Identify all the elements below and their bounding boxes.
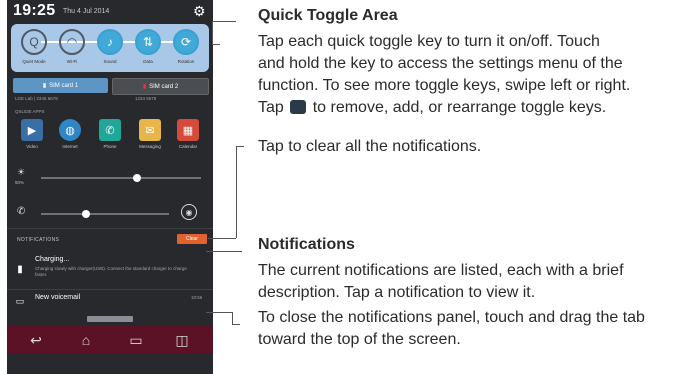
app-label: Video	[26, 144, 38, 149]
close-panel-description: To close the notifications panel, touch …	[258, 307, 645, 351]
toggle-label: Rotation	[177, 59, 195, 64]
rotation-icon: ⟳	[180, 35, 192, 49]
notifications-heading: Notifications	[258, 236, 355, 253]
quick-toggle-heading: Quick Toggle Area	[258, 7, 398, 24]
qslide-apps-header: QSLIDE APPS	[15, 109, 45, 114]
video-icon: ▶	[27, 124, 37, 137]
battery-icon: ▮	[17, 263, 23, 275]
settings-dial-icon: ◉	[185, 207, 193, 217]
status-date: Thu 4 Jul 2014	[63, 8, 110, 15]
text-line: Tap each quick toggle key to turn it on/…	[258, 33, 600, 50]
quiet-mode-toggle[interactable]: Q	[21, 29, 47, 55]
edit-toggles-icon	[290, 100, 307, 114]
callout-line	[212, 44, 220, 45]
divider	[7, 228, 213, 229]
phone-icon: ✆	[105, 124, 115, 137]
brightness-slider-thumb[interactable]	[133, 174, 141, 182]
app-label: Calendar	[178, 144, 198, 149]
notification-panel-drag-tab[interactable]	[87, 316, 133, 322]
text-line: description. Tap a notification to view …	[258, 284, 536, 301]
text-line: The current notifications are listed, ea…	[258, 262, 624, 279]
toggle-label: Sound	[103, 59, 117, 64]
quiet-mode-icon: Q	[29, 35, 39, 49]
text-line: Tap to remove, add, or rearrange toggle …	[258, 97, 630, 119]
sim-card-label: SIM card 1	[49, 82, 79, 89]
clear-notifications-button[interactable]: Clear	[177, 234, 207, 244]
clear-description: Tap to clear all the notifications.	[258, 138, 482, 155]
notification-text: Charging slowly with charger(USB). Conne…	[35, 266, 187, 277]
gear-icon[interactable]: ⚙	[193, 3, 206, 20]
app-label: Internet	[62, 144, 78, 149]
sim-card-icon: ▮	[42, 83, 47, 89]
status-time: 19:25	[13, 2, 56, 19]
callout-line	[206, 312, 232, 313]
callout-line	[236, 146, 244, 147]
home-icon[interactable]: ⌂	[71, 331, 101, 349]
brightness-slider[interactable]	[41, 177, 201, 179]
messaging-app[interactable]: ✉	[139, 119, 161, 141]
notification-item[interactable]: ▮ Charging... Charging slowly with charg…	[7, 254, 213, 286]
notification-title: Charging...	[35, 256, 70, 263]
quick-toggle-area: Q ◠ ♪ ⇅ ⟳ Quiet Mode Wi-Fi Sound Data Ro…	[11, 24, 209, 72]
volume-slider[interactable]	[41, 213, 169, 215]
internet-app[interactable]: ◍	[59, 119, 81, 141]
text-fragment: Tap	[258, 99, 284, 116]
divider	[7, 289, 213, 290]
toggle-label: Quiet Mode	[22, 59, 46, 64]
wifi-icon: ◠	[66, 35, 78, 49]
rotation-toggle[interactable]: ⟳	[173, 29, 199, 55]
toggle-label: Wi-Fi	[66, 59, 78, 64]
text-line: To close the notifications panel, touch …	[258, 309, 645, 326]
ringtone-volume-icon: ✆	[17, 206, 26, 217]
back-icon[interactable]: ↩	[21, 331, 51, 349]
sim-card-label: SIM card 2	[149, 83, 179, 90]
volume-settings-button[interactable]: ◉	[181, 204, 197, 220]
data-toggle[interactable]: ⇅	[135, 29, 161, 55]
sim-card-1-button[interactable]: ▮ SIM card 1	[13, 78, 108, 93]
callout-line	[208, 238, 236, 239]
text-line: function. To see more toggle keys, swipe…	[258, 77, 631, 94]
volume-slider-thumb[interactable]	[81, 210, 90, 218]
recent-apps-icon[interactable]: ▭	[121, 331, 151, 349]
voicemail-icon: ▭	[15, 295, 25, 306]
text-line: and hold the key to access the settings …	[258, 55, 623, 72]
calendar-icon: ▦	[182, 124, 194, 137]
status-bar: 19:25 Thu 4 Jul 2014 ⚙	[7, 0, 213, 22]
sound-icon: ♪	[107, 35, 113, 49]
notification-time: 10:56	[191, 295, 203, 300]
sim-card-icon: ▮	[142, 84, 147, 90]
sound-toggle[interactable]: ♪	[97, 29, 123, 55]
calendar-app[interactable]: ▦	[177, 119, 199, 141]
app-label: Messaging	[139, 144, 161, 149]
notifications-header: NOTIFICATIONS	[17, 237, 60, 243]
brightness-value: 50%	[15, 180, 25, 185]
app-label: Phone	[103, 144, 117, 149]
video-app[interactable]: ▶	[21, 119, 43, 141]
phone-screen: 19:25 Thu 4 Jul 2014 ⚙ Q ◠ ♪ ⇅ ⟳ Quiet M…	[7, 0, 213, 374]
notification-title: New voicemail	[35, 294, 81, 301]
text-fragment: to remove, add, or rearrange toggle keys…	[312, 99, 607, 116]
wifi-toggle[interactable]: ◠	[59, 29, 85, 55]
brightness-icon: ☀	[17, 167, 26, 177]
sim-card-1-info: LGE Lab | 2345 6678	[15, 96, 58, 101]
globe-icon: ◍	[65, 124, 75, 137]
callout-line	[232, 324, 240, 325]
sim-card-2-button[interactable]: ▮ SIM card 2	[112, 78, 209, 95]
callout-line	[232, 312, 233, 324]
notifications-description: The current notifications are listed, ea…	[258, 260, 624, 304]
sim-card-2-info: 1234 5678	[135, 96, 157, 101]
callout-line	[236, 146, 237, 238]
message-icon: ✉	[145, 124, 155, 137]
data-icon: ⇅	[142, 35, 154, 49]
callout-line	[206, 251, 242, 252]
callout-bracket	[212, 21, 213, 45]
dual-window-icon[interactable]: ◫	[167, 331, 197, 349]
quick-toggle-description: Tap each quick toggle key to turn it on/…	[258, 31, 630, 119]
text-line: toward the top of the screen.	[258, 331, 461, 348]
callout-line	[212, 21, 236, 22]
toggle-label: Data	[143, 59, 153, 64]
phone-app[interactable]: ✆	[99, 119, 121, 141]
